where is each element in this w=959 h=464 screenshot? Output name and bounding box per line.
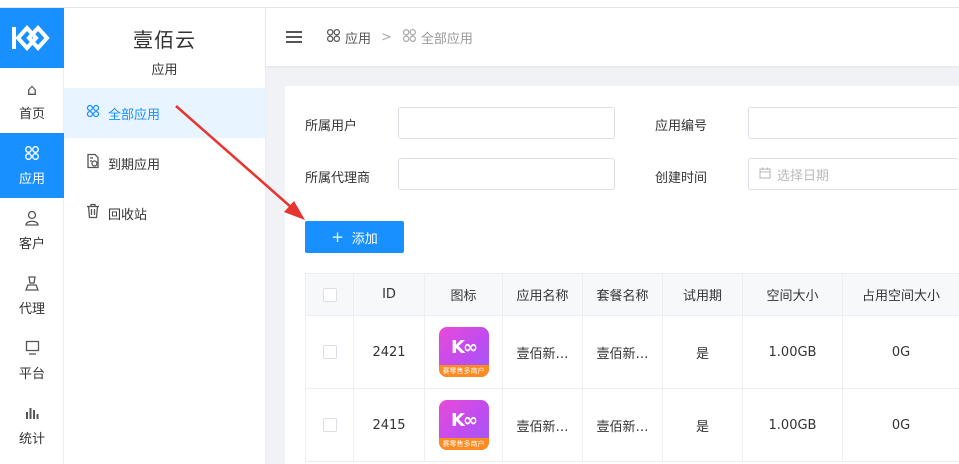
app-icon-band: 赛零售多商户 (438, 438, 489, 450)
sidebar-item-label: 全部应用 (108, 107, 161, 123)
bar-chart-icon (25, 405, 39, 425)
column-header-trial[interactable]: 试用期 (662, 273, 743, 316)
created-time-label: 创建时间 (655, 171, 708, 186)
sidebar-item-recycle-bin[interactable]: 回收站 (64, 188, 265, 238)
rail-item-label: 统计 (18, 431, 45, 447)
agent-label: 所属代理商 (305, 171, 371, 186)
select-all-cell[interactable] (305, 273, 354, 316)
app-icon-band: 赛零售多商户 (438, 365, 489, 377)
owner-input[interactable] (398, 107, 615, 139)
rail-item-stats[interactable]: 统计 (0, 393, 64, 458)
app-grid-icon (24, 145, 40, 165)
sidebar-item-label: 到期应用 (108, 157, 161, 173)
row-select-cell[interactable] (305, 315, 354, 389)
column-header-id[interactable]: ID (353, 273, 425, 316)
rail-item-label: 平台 (18, 366, 45, 382)
cell-id: 2421 (353, 315, 425, 389)
app-thumbnail[interactable]: K∞ 赛零售多商户 (438, 327, 489, 377)
cell-plan-name: 壹佰新… (582, 315, 663, 389)
app-logo-icon: K∞ (451, 410, 478, 431)
cell-used-space: 0G (842, 388, 959, 462)
cell-trial: 是 (662, 315, 743, 389)
table-row: 2421 K∞ 赛零售多商户 壹佰新… 壹佰新… 是 1.00GB 0G (305, 315, 959, 389)
row-checkbox[interactable] (322, 418, 337, 432)
app-thumbnail[interactable]: K∞ 赛零售多商户 (438, 400, 489, 450)
menu-toggle-icon[interactable] (286, 28, 302, 46)
rail-item-label: 代理 (18, 301, 45, 317)
owner-label: 所属用户 (305, 119, 358, 134)
date-picker[interactable]: 选择日期 (748, 158, 959, 190)
apps-table: ID 图标 应用名称 套餐名称 试用期 空间大小 占用空间大小 2421 K∞ … (305, 273, 959, 462)
column-header-space[interactable]: 空间大小 (742, 273, 843, 316)
expired-doc-icon (84, 153, 102, 173)
cell-used-space: 0G (842, 315, 959, 389)
rail-item-apps[interactable]: 应用 (0, 133, 64, 198)
main-rail: ⌂ 首页 应用 客户 代理 平台 统计 (0, 8, 64, 464)
calendar-icon (759, 167, 771, 182)
cell-icon: K∞ 赛零售多商户 (424, 388, 503, 462)
column-header-used-space[interactable]: 占用空间大小 (842, 273, 959, 316)
cell-id: 2415 (353, 388, 425, 462)
app-logo-icon: K∞ (451, 337, 478, 358)
sidebar-item-all-apps[interactable]: 全部应用 (64, 88, 265, 138)
breadcrumb-item-all-apps: 全部应用 (420, 31, 473, 47)
column-header-icon[interactable]: 图标 (424, 273, 503, 316)
plus-icon: + (331, 228, 344, 246)
cell-icon: K∞ 赛零售多商户 (424, 315, 503, 389)
rail-item-agents[interactable]: 代理 (0, 263, 64, 328)
rail-item-label: 首页 (18, 106, 45, 122)
add-button-label: 添加 (351, 231, 378, 247)
sidebar-header: 壹佰云 应用 (64, 8, 265, 88)
content-card: 所属用户 应用编号 所属代理商 创建时间 选择日期 + 添加 ID 图标 应用名… (285, 86, 959, 464)
top-strip (0, 0, 959, 8)
column-header-app-name[interactable]: 应用名称 (502, 273, 583, 316)
cell-app-name: 壹佰新… (502, 315, 583, 389)
add-button[interactable]: + 添加 (305, 221, 404, 253)
breadcrumb-item-apps[interactable]: 应用 (345, 28, 371, 47)
breadcrumb: 应用 > 全部应用 (326, 28, 473, 47)
column-header-plan-name[interactable]: 套餐名称 (582, 273, 663, 316)
sub-sidebar: 壹佰云 应用 全部应用 到期应用 回收站 (64, 8, 266, 464)
rail-item-home[interactable]: ⌂ 首页 (0, 68, 64, 133)
agent-icon (25, 275, 39, 295)
monitor-icon (25, 340, 40, 360)
cell-space: 1.00GB (742, 315, 843, 389)
cell-space: 1.00GB (742, 388, 843, 462)
sidebar-subtitle: 应用 (151, 63, 178, 78)
app-grid-icon (402, 28, 417, 47)
cell-plan-name: 壹佰新… (582, 388, 663, 462)
select-all-checkbox[interactable] (322, 287, 337, 302)
row-select-cell[interactable] (305, 388, 354, 462)
date-placeholder: 选择日期 (777, 168, 830, 184)
agent-input[interactable] (398, 158, 615, 190)
logo-mark-icon (12, 25, 50, 51)
breadcrumb-separator: > (381, 29, 392, 45)
app-grid-icon (326, 28, 341, 47)
app-no-label: 应用编号 (655, 119, 708, 134)
row-checkbox[interactable] (322, 345, 337, 359)
sidebar-item-label: 回收站 (108, 207, 148, 223)
sidebar-item-expired-apps[interactable]: 到期应用 (64, 138, 265, 188)
rail-item-label: 应用 (18, 171, 45, 187)
cell-app-name: 壹佰新… (502, 388, 583, 462)
brand-logo[interactable] (0, 8, 64, 68)
cell-trial: 是 (662, 388, 743, 462)
trash-icon (84, 203, 102, 223)
table-header-row: ID 图标 应用名称 套餐名称 试用期 空间大小 占用空间大小 (305, 273, 959, 316)
rail-item-customers[interactable]: 客户 (0, 198, 64, 263)
home-icon: ⌂ (26, 79, 38, 99)
sidebar-title: 壹佰云 (133, 28, 196, 52)
rail-item-platform[interactable]: 平台 (0, 328, 64, 393)
app-grid-icon (84, 104, 102, 122)
rail-item-label: 客户 (18, 236, 45, 252)
user-icon (25, 210, 39, 230)
app-no-input[interactable] (748, 107, 959, 139)
top-header: 应用 > 全部应用 (266, 8, 959, 66)
table-row: 2415 K∞ 赛零售多商户 壹佰新… 壹佰新… 是 1.00GB 0G (305, 388, 959, 462)
